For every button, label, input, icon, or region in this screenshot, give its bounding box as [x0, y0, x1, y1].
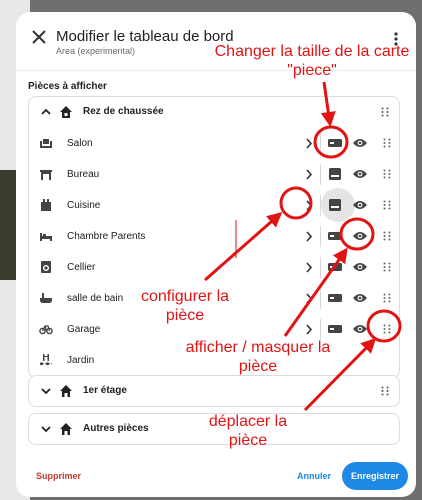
- chevron-right-icon[interactable]: [305, 200, 313, 211]
- eye-icon[interactable]: [352, 137, 368, 149]
- row-divider: [320, 226, 321, 247]
- room-row: Salon: [29, 128, 399, 159]
- eye-icon[interactable]: [352, 323, 368, 335]
- desk-icon: [40, 170, 52, 180]
- room-label: Jardin: [67, 355, 95, 366]
- floor-header[interactable]: 1er étage: [29, 376, 399, 406]
- drag-handle-icon[interactable]: [383, 169, 391, 179]
- eye-icon[interactable]: [352, 199, 368, 211]
- card-size-icon[interactable]: [327, 167, 343, 181]
- stove-icon: [41, 199, 51, 211]
- room-row: Chambre Parents: [29, 221, 399, 252]
- room-label: Cuisine: [67, 200, 101, 211]
- drag-handle-icon[interactable]: [383, 231, 391, 241]
- row-divider: [320, 164, 321, 185]
- card-size-icon[interactable]: [327, 136, 343, 150]
- drag-handle-icon[interactable]: [383, 200, 391, 210]
- row-divider: [320, 257, 321, 278]
- room-row: Cuisine: [29, 188, 399, 222]
- row-divider: [320, 133, 321, 154]
- save-button[interactable]: Enregistrer: [342, 462, 408, 490]
- eye-icon[interactable]: [352, 292, 368, 304]
- floor-header[interactable]: Rez de chaussée: [29, 97, 399, 127]
- chevron-down-icon[interactable]: [41, 424, 51, 434]
- room-label: Salon: [67, 138, 93, 149]
- dialog-subtitle: Area (experimental): [56, 46, 136, 56]
- card-size-icon[interactable]: [327, 291, 343, 305]
- sofa-icon: [40, 139, 52, 148]
- chevron-down-icon[interactable]: [41, 386, 51, 396]
- eye-icon[interactable]: [352, 230, 368, 242]
- drag-handle-icon[interactable]: [381, 107, 389, 117]
- chevron-right-icon[interactable]: [305, 169, 313, 180]
- room-label: Bureau: [67, 169, 100, 180]
- card-size-icon[interactable]: [327, 198, 343, 212]
- delete-button[interactable]: Supprimer: [36, 471, 81, 481]
- drag-handle-icon[interactable]: [383, 262, 391, 272]
- card-size-icon[interactable]: [327, 229, 343, 243]
- floor-label: 1er étage: [83, 385, 127, 396]
- eye-icon[interactable]: [352, 261, 368, 273]
- floor-card: 1er étage: [28, 375, 400, 407]
- room-row: Bureau: [29, 159, 399, 190]
- chevron-right-icon[interactable]: [305, 138, 313, 149]
- section-label: Pièces à afficher: [28, 81, 107, 92]
- room-label: salle de bain: [67, 293, 124, 304]
- chevron-right-icon[interactable]: [305, 262, 313, 273]
- card-size-icon[interactable]: [327, 322, 343, 336]
- bicycle-icon: [39, 325, 53, 335]
- home-floor-icon: [60, 385, 72, 397]
- washing-machine-icon: [41, 261, 51, 273]
- drag-handle-icon[interactable]: [381, 386, 389, 396]
- room-label: Chambre Parents: [67, 231, 146, 242]
- chevron-up-icon[interactable]: [41, 107, 51, 117]
- home-icon: [60, 423, 72, 435]
- floor-label: Rez de chaussée: [83, 106, 164, 117]
- annotation-card-size: Changer la taille de la carte "piece": [214, 43, 410, 79]
- close-icon[interactable]: [30, 28, 48, 46]
- chevron-right-icon[interactable]: [305, 293, 313, 304]
- annotation-visibility: afficher / masquer la pièce: [185, 339, 331, 375]
- bathtub-icon: [40, 293, 52, 303]
- bed-icon: [40, 233, 52, 241]
- cancel-button[interactable]: Annuler: [297, 471, 331, 481]
- drag-handle-icon[interactable]: [383, 138, 391, 148]
- drag-handle-icon[interactable]: [383, 324, 391, 334]
- chevron-right-icon[interactable]: [305, 231, 313, 242]
- row-divider: [320, 319, 321, 340]
- annotation-configure: configurer la pièce: [140, 288, 230, 324]
- eye-icon[interactable]: [352, 168, 368, 180]
- room-row: Cellier: [29, 252, 399, 283]
- row-divider: [320, 288, 321, 309]
- dialog-title: Modifier le tableau de bord: [56, 28, 234, 45]
- room-label: Garage: [67, 324, 101, 335]
- floor-label: Autres pièces: [83, 423, 149, 434]
- annotation-move: déplacer la pièce: [208, 413, 288, 449]
- drag-handle-icon[interactable]: [383, 293, 391, 303]
- chevron-right-icon[interactable]: [305, 324, 313, 335]
- card-size-icon[interactable]: [327, 260, 343, 274]
- room-label: Cellier: [67, 262, 96, 273]
- floor-card: Rez de chaussée Salon Bureau Cuisine Cha…: [28, 96, 400, 378]
- row-divider: [320, 195, 321, 216]
- home-floor-icon: [60, 106, 72, 118]
- pool-icon: [40, 354, 52, 366]
